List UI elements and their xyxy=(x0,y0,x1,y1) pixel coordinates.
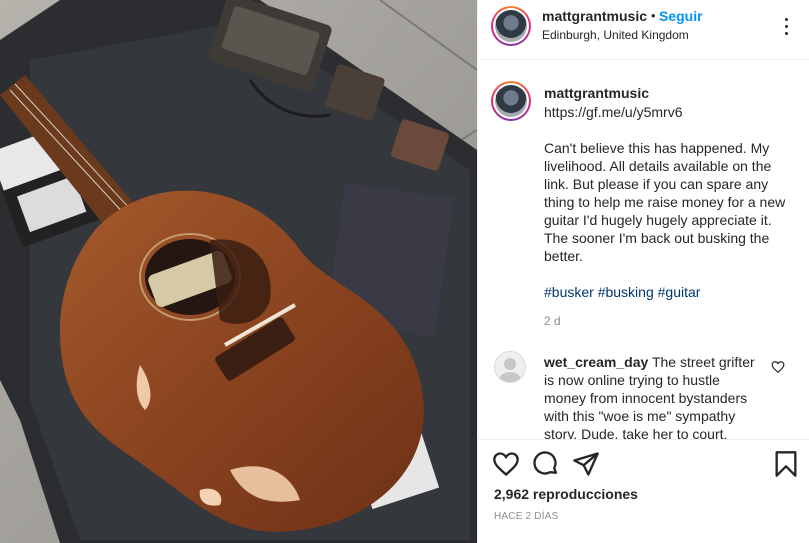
comment-text: wet_cream_day The street grifter is now … xyxy=(544,353,762,439)
guitar-photo xyxy=(0,0,477,543)
post-panel: mattgrantmusic • Seguir Edinburgh, Unite… xyxy=(477,0,809,543)
post-header: mattgrantmusic • Seguir Edinburgh, Unite… xyxy=(478,0,809,60)
commenter-username[interactable]: wet_cream_day xyxy=(544,354,648,370)
separator-dot: • xyxy=(651,8,656,23)
view-count[interactable]: 2,962 reproducciones xyxy=(494,486,638,502)
post-actions: 2,962 reproducciones HACE 2 DÍAS xyxy=(478,439,809,543)
comments-section[interactable]: mattgrantmusic https://gf.me/u/y5mrv6 Ca… xyxy=(478,61,809,439)
caption-link[interactable]: https://gf.me/u/y5mrv6 xyxy=(544,103,794,121)
follow-button[interactable]: Seguir xyxy=(659,8,703,24)
hashtag-guitar[interactable]: #guitar xyxy=(658,284,701,300)
caption-username[interactable]: mattgrantmusic xyxy=(544,85,649,101)
comment-like-heart-icon[interactable] xyxy=(771,360,785,374)
caption-hashtags: #busker #busking #guitar xyxy=(544,283,794,301)
post-location[interactable]: Edinburgh, United Kingdom xyxy=(542,28,689,42)
like-heart-icon[interactable] xyxy=(492,450,520,478)
comment-bubble-icon[interactable] xyxy=(532,450,560,478)
caption-avatar[interactable] xyxy=(491,81,531,121)
save-bookmark-icon[interactable] xyxy=(772,450,800,478)
more-options-icon[interactable] xyxy=(774,14,798,38)
hashtag-busker[interactable]: #busker xyxy=(544,284,594,300)
commenter-avatar[interactable] xyxy=(494,351,526,383)
author-avatar[interactable] xyxy=(491,6,531,46)
hashtag-busking[interactable]: #busking xyxy=(598,284,654,300)
share-paper-plane-icon[interactable] xyxy=(572,450,600,478)
post-media[interactable] xyxy=(0,0,477,543)
caption-time[interactable]: 2 d xyxy=(544,314,561,328)
caption-text: https://gf.me/u/y5mrv6 Can't believe thi… xyxy=(544,103,794,319)
caption-message: Can't believe this has happened. My live… xyxy=(544,140,786,264)
author-username[interactable]: mattgrantmusic xyxy=(542,8,647,24)
post-date[interactable]: HACE 2 DÍAS xyxy=(494,511,558,522)
